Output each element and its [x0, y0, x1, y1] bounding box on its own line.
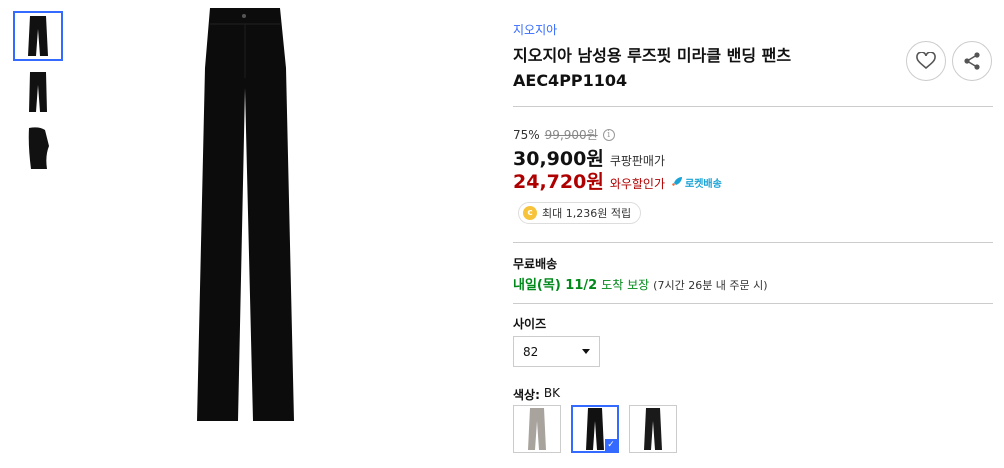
color-swatch-list: ✓: [513, 405, 677, 453]
color-value: BK: [543, 386, 560, 400]
delivery-row: 내일(목) 11/2 도착 보장 (7시간 26분 내 주문 시): [513, 274, 768, 293]
pants-detail-thumb-icon: [28, 127, 49, 169]
divider: [513, 242, 993, 243]
size-label: 사이즈: [513, 317, 547, 331]
delivery-guarantee: 도착 보장: [601, 278, 650, 292]
pants-main-icon: [197, 8, 294, 421]
divider: [513, 303, 993, 304]
heart-icon: [916, 52, 936, 70]
swatch-gray[interactable]: [513, 405, 561, 453]
coin-icon: c: [523, 206, 537, 220]
pants-front-thumb-icon: [28, 16, 48, 56]
wow-price-row: 24,720원 와우할인가 로켓배송: [513, 167, 722, 194]
rocket-delivery-badge: 로켓배송: [671, 175, 722, 190]
share-button[interactable]: [952, 41, 992, 81]
color-label-row: 색상: BK: [513, 386, 560, 403]
divider: [513, 106, 993, 107]
wow-price: 24,720원: [513, 171, 604, 193]
pants-black-alt-icon: [644, 408, 662, 450]
thumbnail-detail[interactable]: [13, 123, 63, 173]
thumbnail-front[interactable]: [13, 11, 63, 61]
chevron-down-icon: [582, 349, 590, 354]
wow-price-label: 와우할인가: [609, 177, 666, 191]
product-title: 지오지아 남성용 루즈핏 미라클 밴딩 팬츠 AEC4PP1104: [513, 46, 792, 90]
free-shipping-label: 무료배송: [513, 257, 558, 271]
discount-rate: 75%: [513, 127, 540, 142]
reward-points-text: 최대 1,236원 적립: [542, 207, 632, 220]
delivery-note: (7시간 26분 내 주문 시): [653, 279, 768, 292]
color-label: 색상:: [513, 388, 540, 402]
discount-row: 75% 99,900원 i: [513, 126, 615, 143]
size-value: 82: [523, 344, 539, 359]
wishlist-button[interactable]: [906, 41, 946, 81]
pants-back-thumb-icon: [29, 72, 47, 112]
share-icon: [964, 52, 980, 70]
info-icon[interactable]: i: [602, 128, 615, 141]
delivery-date: 내일(목) 11/2: [513, 278, 598, 293]
original-price: 99,900원: [544, 128, 598, 142]
swatch-black-alt[interactable]: [629, 405, 677, 453]
brand-link[interactable]: 지오지아: [513, 21, 557, 38]
check-icon: ✓: [605, 439, 617, 451]
swatch-black[interactable]: ✓: [571, 405, 619, 453]
main-product-image: [190, 8, 300, 423]
pants-black-icon: [586, 408, 604, 450]
thumbnail-back[interactable]: [13, 67, 63, 117]
size-select[interactable]: 82: [513, 336, 600, 367]
thumbnail-list: [13, 11, 63, 179]
pants-gray-icon: [528, 408, 546, 450]
rocket-delivery-label: 로켓배송: [685, 178, 722, 190]
rocket-icon: [672, 177, 683, 186]
reward-points-badge: c 최대 1,236원 적립: [518, 202, 642, 224]
